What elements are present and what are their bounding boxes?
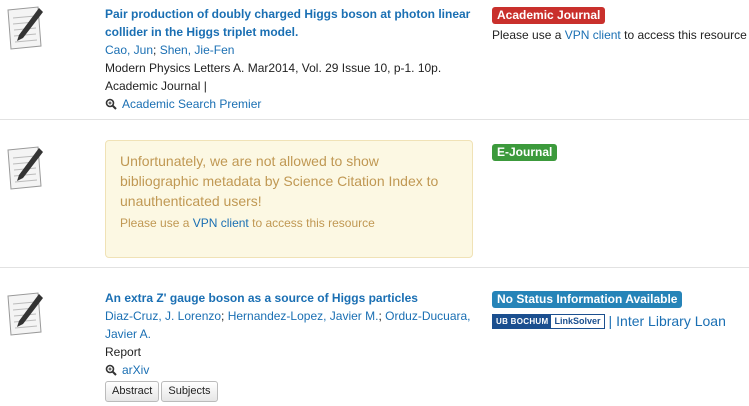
vpn-notice: Please use a VPN client to access this r… bbox=[492, 26, 749, 44]
linksolver-ub-text: UB BOCHUM bbox=[493, 314, 552, 328]
vpn-notice: Please use a VPN client to access this r… bbox=[120, 216, 458, 230]
author-list: Cao, Jun; Shen, Jie-Fen bbox=[105, 43, 235, 57]
inter-library-loan-link[interactable]: Inter Library Loan bbox=[616, 312, 726, 330]
abstract-button[interactable]: Abstract bbox=[105, 381, 160, 402]
access-links: UB BOCHUM LinkSolver | Inter Library Loa… bbox=[492, 312, 749, 330]
vpn-suffix: to access this resource bbox=[252, 216, 375, 230]
linksolver-logo[interactable]: UB BOCHUM LinkSolver bbox=[492, 313, 605, 329]
author-link[interactable]: Diaz-Cruz, J. Lorenzo bbox=[105, 309, 221, 323]
vpn-client-link[interactable]: VPN client bbox=[193, 216, 249, 230]
source-text: Modern Physics Letters A. Mar2014, Vol. … bbox=[105, 61, 442, 75]
result-record-1: Pair production of doubly charged Higgs … bbox=[0, 0, 749, 120]
document-edit-icon[interactable] bbox=[5, 4, 45, 52]
result-record-3: An extra Z' gauge boson as a source of H… bbox=[0, 268, 749, 406]
database-row: arXiv bbox=[105, 361, 475, 379]
database-link[interactable]: Academic Search Premier bbox=[122, 95, 261, 113]
vpn-client-link[interactable]: VPN client bbox=[565, 28, 621, 42]
separator: | bbox=[608, 313, 613, 329]
vpn-prefix: Please use a bbox=[120, 216, 190, 230]
record-title[interactable]: An extra Z' gauge boson as a source of H… bbox=[105, 289, 475, 307]
document-edit-icon[interactable] bbox=[5, 290, 45, 338]
vpn-prefix: Please use a bbox=[492, 28, 562, 42]
vpn-suffix: to access this resource bbox=[624, 28, 747, 42]
author-link[interactable]: Shen, Jie-Fen bbox=[160, 43, 235, 57]
format-badge: E-Journal bbox=[492, 144, 558, 161]
result-record-2: Unfortunately, we are not allowed to sho… bbox=[0, 120, 749, 268]
record-title[interactable]: Pair production of doubly charged Higgs … bbox=[105, 5, 475, 41]
format-text: Report bbox=[105, 345, 142, 359]
format-badge: Academic Journal bbox=[492, 7, 606, 24]
metadata-warning: Unfortunately, we are not allowed to sho… bbox=[105, 140, 473, 258]
status-badge: No Status Information Available bbox=[492, 291, 683, 308]
database-row: Academic Search Premier bbox=[105, 95, 475, 113]
database-link[interactable]: arXiv bbox=[122, 361, 149, 379]
magnifier-icon bbox=[105, 98, 117, 110]
author-list: Diaz-Cruz, J. Lorenzo; Hernandez-Lopez, … bbox=[105, 309, 471, 341]
record-actions: Abstract Subjects bbox=[105, 381, 475, 402]
document-edit-icon[interactable] bbox=[5, 144, 45, 192]
linksolver-label: LinkSolver bbox=[551, 314, 604, 328]
author-link[interactable]: Cao, Jun bbox=[105, 43, 153, 57]
format-text: Academic Journal | bbox=[105, 79, 207, 93]
author-link[interactable]: Hernandez-Lopez, Javier M. bbox=[228, 309, 379, 323]
warning-message: Unfortunately, we are not allowed to sho… bbox=[120, 153, 439, 209]
subjects-button[interactable]: Subjects bbox=[161, 381, 218, 402]
magnifier-icon bbox=[105, 364, 117, 376]
